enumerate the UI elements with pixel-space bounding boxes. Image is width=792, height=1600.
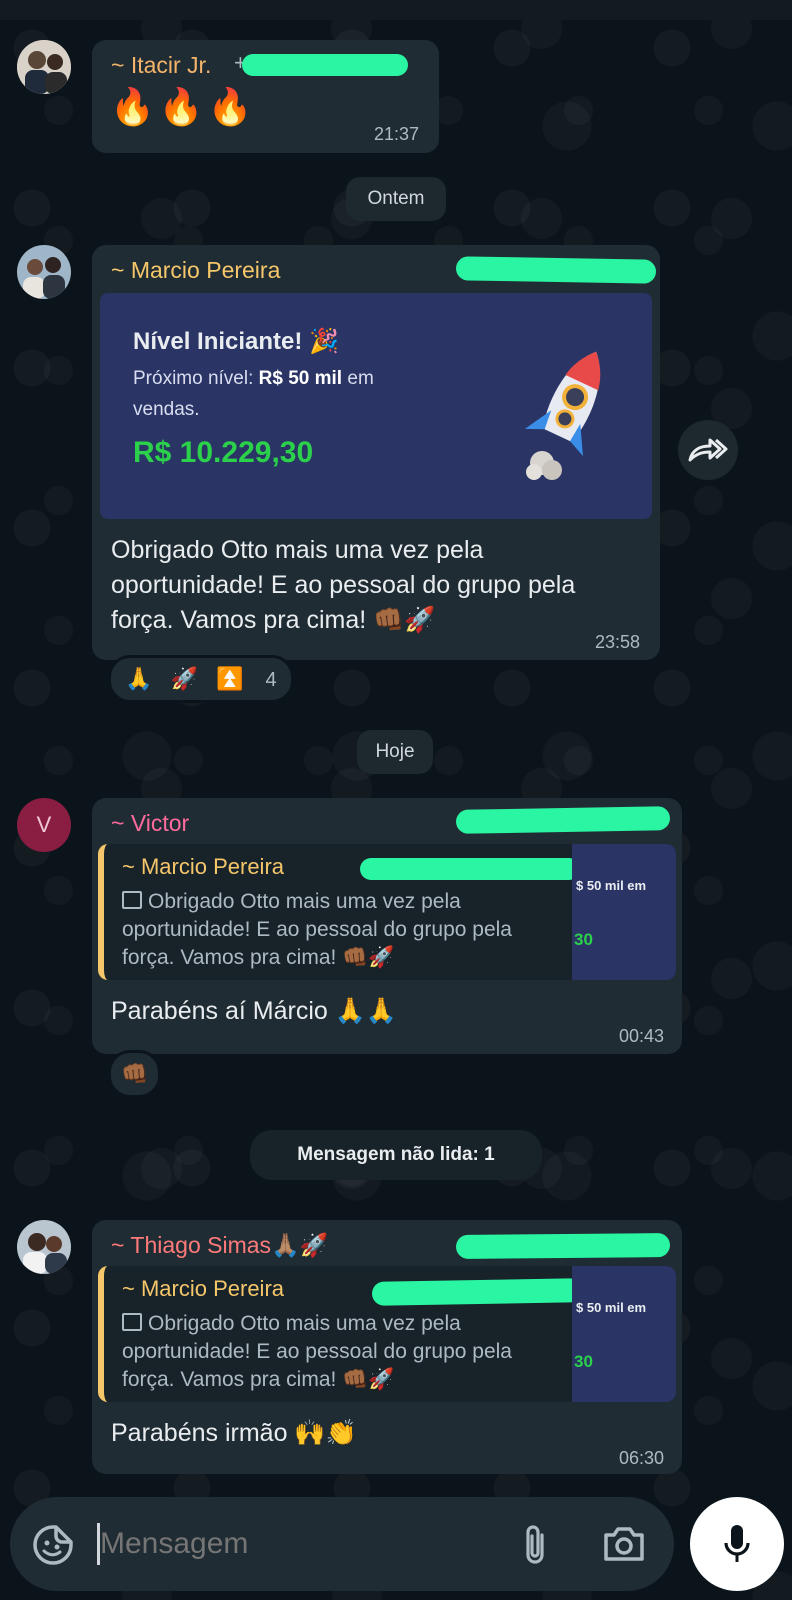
message-text: Obrigado Otto mais uma vez pela oportuni… bbox=[111, 536, 576, 634]
message-bubble[interactable]: ~ Marcio Pereira Nível Iniciante! 🎉 Próx… bbox=[92, 245, 660, 660]
message-time: 00:43 bbox=[618, 1026, 664, 1046]
photo-icon bbox=[122, 891, 142, 909]
quoted-text-content: Obrigado Otto mais uma vez pela oportuni… bbox=[122, 890, 512, 969]
unread-banner: Mensagem não lida: 1 bbox=[250, 1130, 542, 1180]
redacted-phone bbox=[371, 1278, 583, 1306]
quoted-text: Obrigado Otto mais uma vez pela oportuni… bbox=[122, 888, 522, 972]
reaction-emojis: 👊🏾 bbox=[121, 1061, 149, 1086]
avatar-itacir[interactable] bbox=[17, 40, 71, 94]
attach-icon[interactable] bbox=[520, 1523, 550, 1567]
card-next-level: Próximo nível: R$ 50 mil em vendas. bbox=[133, 363, 433, 425]
message-text: Parabéns irmão 🙌👏 bbox=[111, 1419, 357, 1447]
reaction-count: 4 bbox=[265, 669, 277, 691]
next-value: R$ 50 mil bbox=[258, 368, 343, 389]
forward-button[interactable] bbox=[678, 420, 738, 480]
thumb-amount: 30 bbox=[574, 1352, 593, 1371]
sender-name[interactable]: ~ Thiago Simas🙏🏽🚀 bbox=[111, 1232, 328, 1259]
message-input[interactable] bbox=[98, 1519, 502, 1569]
reactions-pill[interactable]: 🙏 🚀 ⏫ 4 bbox=[108, 655, 294, 703]
date-chip: Hoje bbox=[357, 730, 433, 774]
reactions-pill[interactable]: 👊🏾 bbox=[108, 1050, 162, 1098]
mic-button[interactable] bbox=[690, 1497, 784, 1591]
camera-icon[interactable] bbox=[602, 1525, 646, 1563]
redacted-phone bbox=[455, 1233, 671, 1259]
rocket-illustration bbox=[524, 351, 601, 480]
quoted-thumbnail: $ 50 mil em 30 bbox=[572, 1266, 676, 1402]
thumb-line: $ 50 mil em bbox=[576, 1300, 647, 1315]
quoted-sender: ~ Marcio Pereira bbox=[122, 854, 285, 879]
top-edge bbox=[0, 0, 792, 20]
quoted-message[interactable]: ~ Marcio Pereira Obrigado Otto mais uma … bbox=[98, 1266, 676, 1402]
redacted-phone bbox=[455, 256, 657, 284]
message-text: Parabéns aí Márcio 🙏🙏 bbox=[111, 997, 397, 1025]
message-time: 23:58 bbox=[594, 632, 640, 652]
message-bubble[interactable]: ~ Itacir Jr. + 🔥🔥🔥 21:37 bbox=[92, 40, 439, 153]
date-chip: Ontem bbox=[346, 177, 446, 221]
mic-icon bbox=[724, 1525, 750, 1562]
composer-bar[interactable] bbox=[10, 1497, 674, 1591]
avatar-marcio[interactable] bbox=[17, 245, 71, 299]
quoted-thumbnail: $ 50 mil em 30 bbox=[572, 844, 676, 980]
sender-name[interactable]: ~ Itacir Jr. bbox=[111, 52, 211, 79]
quoted-text: Obrigado Otto mais uma vez pela oportuni… bbox=[122, 1310, 522, 1394]
thumb-amount: 30 bbox=[574, 930, 593, 949]
redacted-phone bbox=[455, 806, 671, 834]
thumb-line: $ 50 mil em bbox=[576, 878, 647, 893]
message-bubble[interactable]: ~ Thiago Simas🙏🏽🚀 ~ Marcio Pereira Obrig… bbox=[92, 1220, 682, 1474]
quoted-message[interactable]: ~ Marcio Pereira Obrigado Otto mais uma … bbox=[98, 844, 676, 980]
message-bubble[interactable]: ~ Victor ~ Marcio Pereira Obrigado Otto … bbox=[92, 798, 682, 1054]
redacted-phone bbox=[360, 858, 580, 880]
message-time: 21:37 bbox=[373, 124, 419, 144]
card-title: Nível Iniciante! 🎉 bbox=[133, 328, 339, 355]
sender-name[interactable]: ~ Victor bbox=[111, 810, 189, 837]
redacted-phone bbox=[242, 54, 408, 76]
card-amount: R$ 10.229,30 bbox=[133, 436, 314, 469]
next-label: Próximo nível: bbox=[133, 368, 259, 389]
sender-name[interactable]: ~ Marcio Pereira bbox=[111, 257, 280, 284]
reaction-emojis: 🙏 🚀 ⏫ bbox=[125, 666, 250, 691]
avatar-letter: V bbox=[36, 812, 52, 837]
sticker-icon[interactable] bbox=[32, 1524, 74, 1566]
message-time: 06:30 bbox=[618, 1448, 664, 1468]
photo-icon bbox=[122, 1313, 142, 1331]
forward-icon bbox=[688, 438, 728, 462]
avatar-victor[interactable]: V bbox=[17, 798, 71, 852]
avatar-thiago[interactable] bbox=[17, 1220, 71, 1274]
quoted-text-content: Obrigado Otto mais uma vez pela oportuni… bbox=[122, 1312, 512, 1391]
message-text: 🔥🔥🔥 bbox=[110, 86, 257, 127]
image-card[interactable]: Nível Iniciante! 🎉 Próximo nível: R$ 50 … bbox=[100, 293, 652, 519]
quoted-sender: ~ Marcio Pereira bbox=[122, 1276, 285, 1301]
